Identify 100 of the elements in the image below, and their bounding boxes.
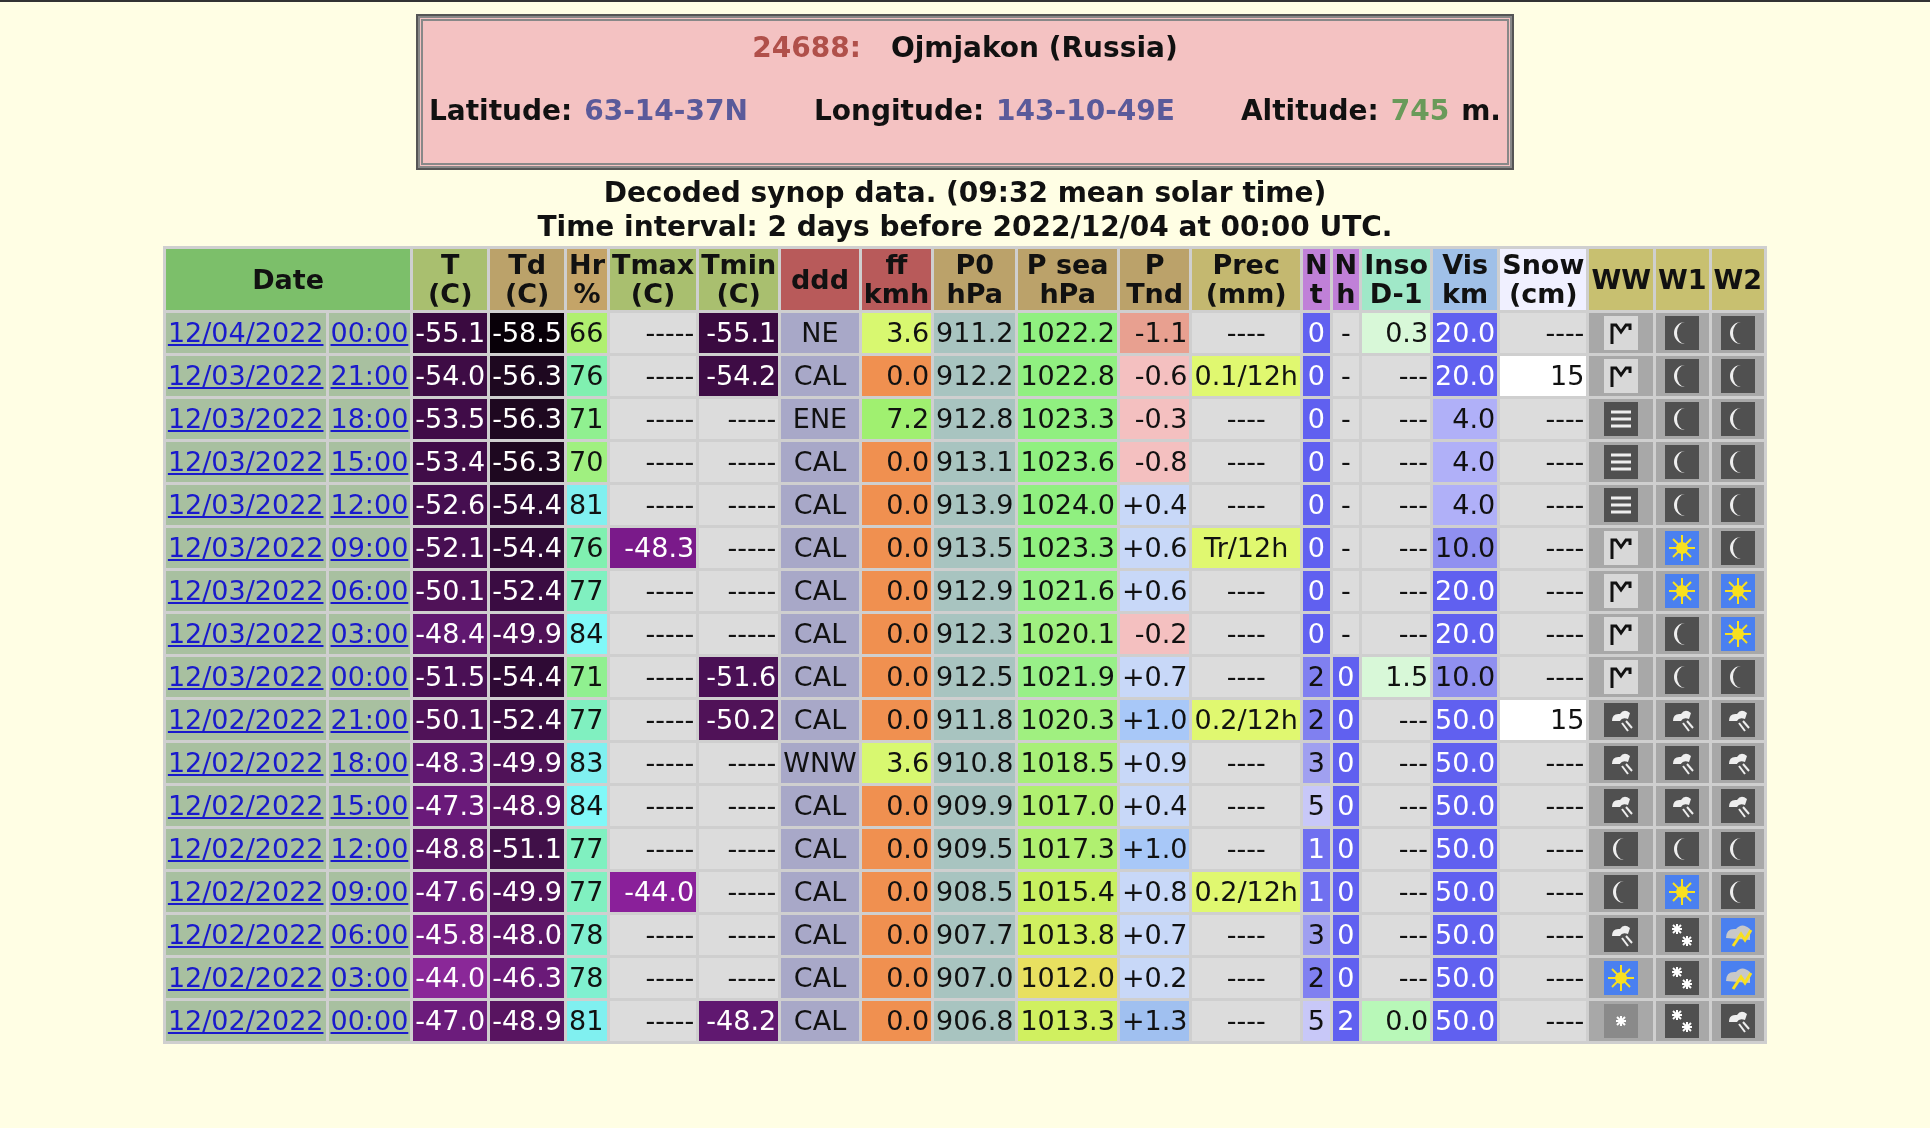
table-cell: 0.2/12h	[1192, 699, 1300, 740]
column-header: Tmax (C)	[610, 249, 697, 310]
table-cell: -48.3	[413, 742, 488, 783]
cloud-sun-icon	[1720, 917, 1755, 952]
table-cell: ----	[1500, 742, 1587, 783]
table-cell: 0.0	[861, 871, 932, 912]
table-cell: 912.8	[934, 398, 1016, 439]
moon-icon	[1604, 831, 1639, 866]
table-cell: 50.0	[1433, 699, 1498, 740]
table-cell: -0.8	[1119, 441, 1190, 482]
column-header: P Tnd	[1119, 249, 1190, 310]
table-cell: ---	[1362, 742, 1431, 783]
column-header: Hr %	[567, 249, 607, 310]
table-cell: -----	[610, 441, 697, 482]
table-cell: 2	[1302, 957, 1330, 998]
table-cell: 50.0	[1433, 957, 1498, 998]
column-header: Date	[165, 249, 411, 310]
table-cell: ---	[1362, 355, 1431, 396]
table-cell: -44.0	[413, 957, 488, 998]
column-header: P sea hPa	[1018, 249, 1117, 310]
table-cell: 911.8	[934, 699, 1016, 740]
table-cell: ----	[1500, 441, 1587, 482]
table-cell: 2	[1332, 1000, 1360, 1041]
caption: Decoded synop data. (09:32 mean solar time)	[603, 176, 1327, 211]
table-cell: 20.0	[1433, 312, 1498, 353]
table-cell: ---	[1362, 398, 1431, 439]
cloud-icon	[1720, 1003, 1755, 1038]
moon-icon	[1720, 831, 1755, 866]
table-cell: 0	[1332, 871, 1360, 912]
table-cell: WNW	[781, 742, 859, 783]
table-cell: -----	[610, 957, 697, 998]
sun-icon	[1665, 573, 1700, 608]
longitude-value: 143-10-49E	[996, 94, 1175, 127]
table-cell: 906.8	[934, 1000, 1016, 1041]
table-cell: -----	[610, 398, 697, 439]
table-cell: 2	[1302, 699, 1330, 740]
table-cell: CAL	[781, 613, 859, 654]
table-cell: ----	[1500, 871, 1587, 912]
moon-icon	[1720, 315, 1755, 350]
table-cell: ---	[1362, 699, 1431, 740]
table-cell: 50.0	[1433, 871, 1498, 912]
table-cell: -49.9	[490, 613, 565, 654]
table-cell: 912.3	[934, 613, 1016, 654]
table-cell: ----	[1192, 785, 1300, 826]
table-cell: +0.7	[1119, 656, 1190, 697]
table-cell: 78	[567, 914, 607, 955]
table-cell: -58.5	[490, 312, 565, 353]
table-cell: 909.9	[934, 785, 1016, 826]
table-cell: 0.0	[861, 914, 932, 955]
table-cell: 0.0	[861, 957, 932, 998]
table-cell: 1	[1302, 871, 1330, 912]
table-cell: 0.0	[1362, 1000, 1431, 1041]
table-cell: 3.6	[861, 312, 932, 353]
moon-icon	[1665, 358, 1700, 393]
table-cell: -1.1	[1119, 312, 1190, 353]
table-cell: -52.4	[490, 570, 565, 611]
table-cell: 1018.5	[1018, 742, 1117, 783]
table-cell: -----	[699, 613, 779, 654]
table-cell: NE	[781, 312, 859, 353]
table-cell: 4.0	[1433, 441, 1498, 482]
table-cell: 909.5	[934, 828, 1016, 869]
table-cell: ----	[1192, 312, 1300, 353]
table-cell: +0.4	[1119, 785, 1190, 826]
table-cell: -----	[610, 828, 697, 869]
moon-icon	[1665, 401, 1700, 436]
table-cell: 20.0	[1433, 613, 1498, 654]
table-cell: -----	[610, 355, 697, 396]
table-cell: -52.4	[490, 699, 565, 740]
table-cell: Tr/12h	[1192, 527, 1300, 568]
table-cell: -47.6	[413, 871, 488, 912]
table-cell: ---	[1362, 527, 1431, 568]
table-cell: 15	[1500, 699, 1587, 740]
table-cell: 0	[1302, 441, 1330, 482]
table-cell: 1013.8	[1018, 914, 1117, 955]
cloud-icon	[1720, 745, 1755, 780]
table-cell: 0.0	[861, 441, 932, 482]
table-cell: ----	[1192, 613, 1300, 654]
table-cell: 50.0	[1433, 785, 1498, 826]
table-cell: -----	[610, 785, 697, 826]
table-cell: -0.2	[1119, 613, 1190, 654]
moon-icon	[1720, 487, 1755, 522]
table-cell: 70	[567, 441, 607, 482]
table-cell: CAL	[781, 355, 859, 396]
table-cell: 3	[1302, 914, 1330, 955]
table-cell: 907.0	[934, 957, 1016, 998]
table-cell: 4.0	[1433, 484, 1498, 525]
table-cell: CAL	[781, 441, 859, 482]
table-cell: 0.0	[861, 484, 932, 525]
table-cell: 913.9	[934, 484, 1016, 525]
table-cell: 0.0	[861, 828, 932, 869]
table-cell: ---	[1362, 914, 1431, 955]
table-cell: 0	[1332, 957, 1360, 998]
table-cell: 20.0	[1433, 570, 1498, 611]
table-cell: -44.0	[610, 871, 697, 912]
table-cell: ---	[1362, 484, 1431, 525]
table-cell: 1022.8	[1018, 355, 1117, 396]
table-cell: 912.9	[934, 570, 1016, 611]
table-cell: 1023.3	[1018, 527, 1117, 568]
column-header: P0 hPa	[934, 249, 1016, 310]
table-cell: 50.0	[1433, 742, 1498, 783]
